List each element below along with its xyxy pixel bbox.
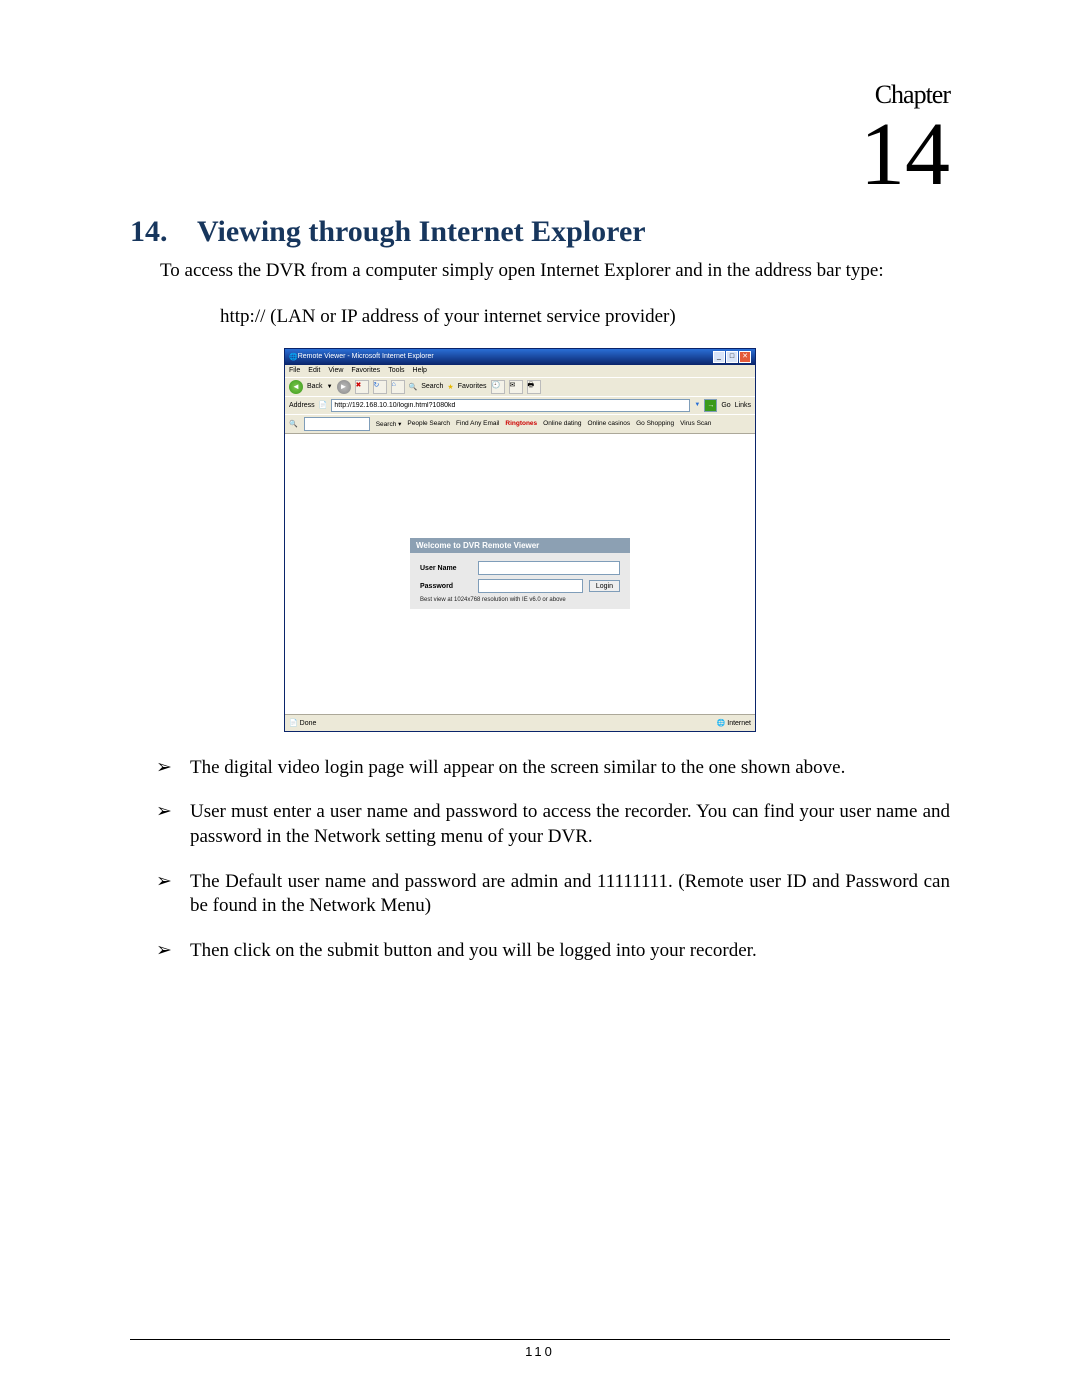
url-hint: http:// (LAN or IP address of your inter… [220,306,950,328]
mail-icon[interactable]: ✉ [509,380,523,394]
login-note: Best view at 1024x768 resolution with IE… [420,597,620,603]
history-icon[interactable]: 🕘 [491,380,505,394]
section-heading: Viewing through Internet Explorer [197,215,646,248]
done-icon: 📄 [289,720,298,727]
menu-favorites[interactable]: Favorites [351,367,380,374]
search-icon[interactable]: 🔍 [409,383,418,391]
bullet-item: The digital video login page will appear… [190,756,950,781]
back-label: Back [307,383,323,390]
search-label: Search [421,383,443,390]
ie-statusbar: 📄 Done 🌐 Internet [285,714,755,731]
back-button[interactable]: ◄ [289,380,303,394]
quickbar-people[interactable]: People Search [407,420,450,427]
favorites-icon[interactable]: ★ [447,383,453,391]
bullet-item: User must enter a user name and password… [190,800,950,849]
menu-tools[interactable]: Tools [388,367,404,374]
username-label: User Name [420,565,472,572]
login-body: User Name Password Login Best view at 10… [410,553,630,609]
maximize-button[interactable]: □ [726,351,738,363]
stop-icon[interactable]: ✖ [355,380,369,394]
intro-paragraph: To access the DVR from a computer simply… [160,259,950,284]
ie-window: 🌐 Remote Viewer - Microsoft Internet Exp… [284,348,756,732]
section-number: 14. [130,215,168,248]
ie-quickbar: 🔍 Search ▾ People Search Find Any Email … [285,414,755,433]
ie-toolbar: ◄ Back ▼ ► ✖ ↻ ⌂ 🔍 Search ★ Favorites 🕘 … [285,377,755,396]
bullet-list: The digital video login page will appear… [130,756,950,964]
minimize-button[interactable]: _ [713,351,725,363]
address-label: Address [289,402,315,409]
menu-view[interactable]: View [328,367,343,374]
ie-content-area: Welcome to DVR Remote Viewer User Name P… [285,433,755,714]
go-label: Go [721,402,730,409]
login-button[interactable]: Login [589,580,620,592]
forward-button[interactable]: ► [337,380,351,394]
go-button[interactable]: → [704,399,717,412]
chapter-label: Chapter [130,80,950,110]
ie-titlebar: 🌐 Remote Viewer - Microsoft Internet Exp… [285,349,755,365]
close-button[interactable]: ✕ [739,351,751,363]
page-icon: 📄 [319,401,328,409]
print-icon[interactable]: 🖶 [527,380,541,394]
section-title: 14. Viewing through Internet Explorer [130,215,950,249]
status-left-text: Done [300,720,317,727]
quickbar-casinos[interactable]: Online casinos [587,420,630,427]
status-right-text: Internet [727,720,751,727]
window-controls: _ □ ✕ [713,351,751,363]
username-input[interactable] [478,561,620,575]
back-dropdown-icon[interactable]: ▼ [327,384,333,390]
internet-zone-icon: 🌐 [717,720,726,727]
bullet-item: Then click on the submit button and you … [190,939,950,964]
quickbar-virus[interactable]: Virus Scan [680,420,711,427]
chapter-block: Chapter 14 [130,80,950,195]
ie-menubar: File Edit View Favorites Tools Help [285,365,755,377]
address-input[interactable] [331,399,690,412]
quickbar-email[interactable]: Find Any Email [456,420,499,427]
login-header: Welcome to DVR Remote Viewer [410,538,630,553]
favorites-label: Favorites [458,383,487,390]
refresh-icon[interactable]: ↻ [373,380,387,394]
quickbar-ringtones[interactable]: Ringtones [505,420,537,427]
menu-file[interactable]: File [289,367,300,374]
address-dropdown-icon[interactable]: ▼ [694,402,700,408]
quicksearch-icon[interactable]: 🔍 [289,420,298,428]
quickbar-shopping[interactable]: Go Shopping [636,420,674,427]
home-icon[interactable]: ⌂ [391,380,405,394]
ie-title: Remote Viewer - Microsoft Internet Explo… [298,353,713,360]
status-right: 🌐 Internet [717,719,751,727]
quicksearch-label[interactable]: Search ▾ [376,420,402,428]
quickbar-dating[interactable]: Online dating [543,420,581,427]
page-number: 110 [130,1339,950,1359]
quicksearch-input[interactable] [304,417,370,431]
bullet-item: The Default user name and password are a… [190,870,950,919]
menu-help[interactable]: Help [413,367,427,374]
password-input[interactable] [478,579,583,593]
links-label: Links [735,402,751,409]
chapter-number: 14 [130,114,950,195]
login-panel: Welcome to DVR Remote Viewer User Name P… [410,538,630,609]
ie-logo-icon: 🌐 [289,353,298,361]
menu-edit[interactable]: Edit [308,367,320,374]
password-label: Password [420,583,472,590]
status-left: 📄 Done [289,719,316,727]
ie-address-bar: Address 📄 ▼ → Go Links [285,396,755,414]
